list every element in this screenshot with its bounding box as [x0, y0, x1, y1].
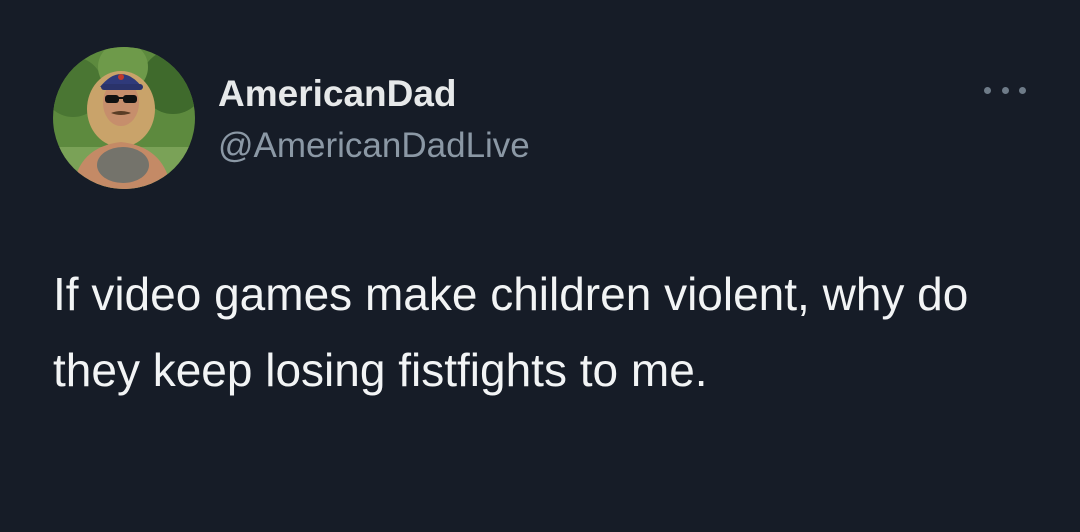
author-handle[interactable]: @AmericanDadLive [218, 125, 530, 167]
avatar[interactable] [53, 47, 195, 189]
ellipsis-dot [984, 86, 991, 94]
ellipsis-dot [1019, 86, 1026, 94]
avatar-image [53, 47, 195, 189]
tweet-text: If video games make children violent, wh… [53, 268, 969, 396]
tweet-card: AmericanDad @AmericanDadLive If video ga… [0, 0, 1080, 532]
author-display-name[interactable]: AmericanDad [218, 72, 457, 116]
ellipsis-icon[interactable] [984, 78, 1026, 102]
ellipsis-dot [1001, 86, 1009, 94]
